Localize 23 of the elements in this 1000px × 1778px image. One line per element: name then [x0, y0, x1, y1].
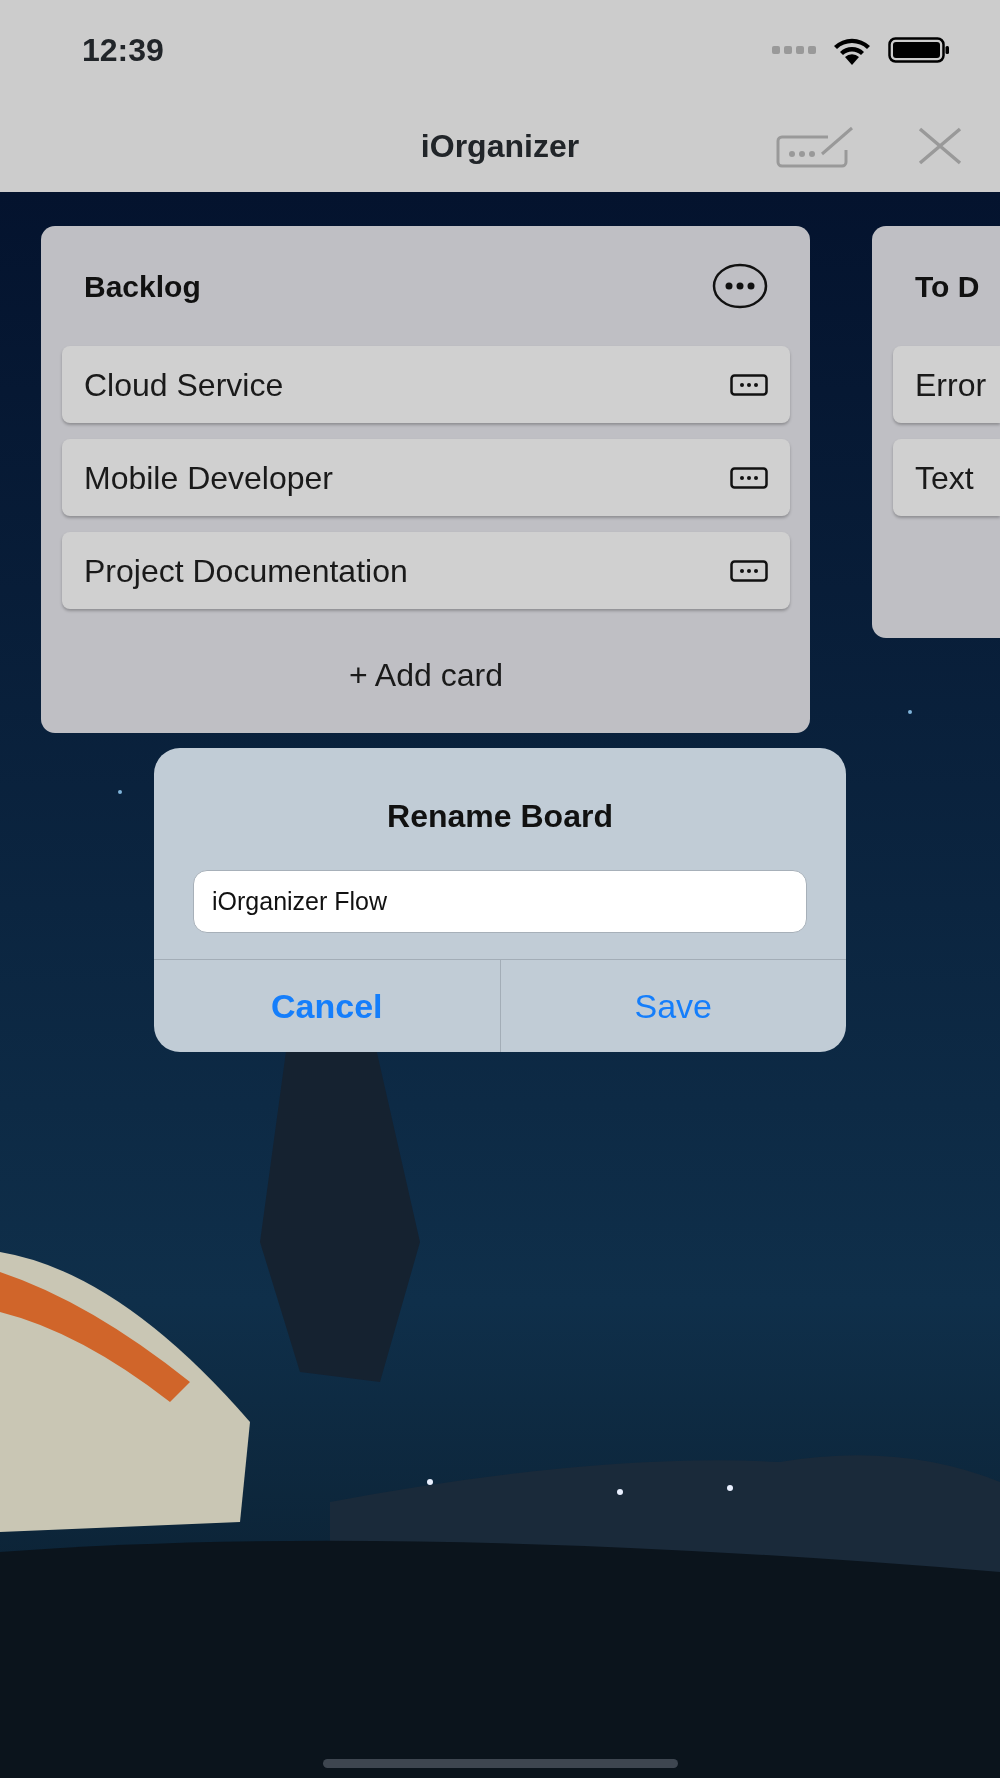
task-card[interactable]: Cloud Service: [62, 346, 790, 423]
app-title: iOrganizer: [420, 127, 580, 166]
keyboard-icon[interactable]: [730, 466, 768, 489]
card-title: Mobile Developer: [84, 458, 333, 498]
card-title: Project Documentation: [84, 551, 408, 591]
board-name-field[interactable]: iOrganizer Flow: [193, 870, 807, 933]
keyboard-icon[interactable]: [730, 559, 768, 582]
status-time: 12:39: [82, 31, 164, 70]
task-card[interactable]: Text: [893, 439, 1000, 516]
card-title: Error: [915, 365, 987, 405]
add-card-button[interactable]: + Add card: [339, 633, 513, 713]
task-card[interactable]: Mobile Developer: [62, 439, 790, 516]
card-title: Text: [915, 458, 974, 498]
task-card[interactable]: Project Documentation: [62, 532, 790, 609]
more-icon[interactable]: [712, 263, 768, 309]
list-title: Backlog: [84, 268, 201, 305]
battery-icon: [888, 37, 950, 63]
task-card[interactable]: Error: [893, 346, 1000, 423]
signal-icon: [772, 46, 816, 54]
dialog-title: Rename Board: [386, 797, 614, 836]
card-title: Cloud Service: [84, 365, 284, 405]
keyboard-icon[interactable]: [730, 373, 768, 396]
list-title: To D: [915, 268, 980, 305]
